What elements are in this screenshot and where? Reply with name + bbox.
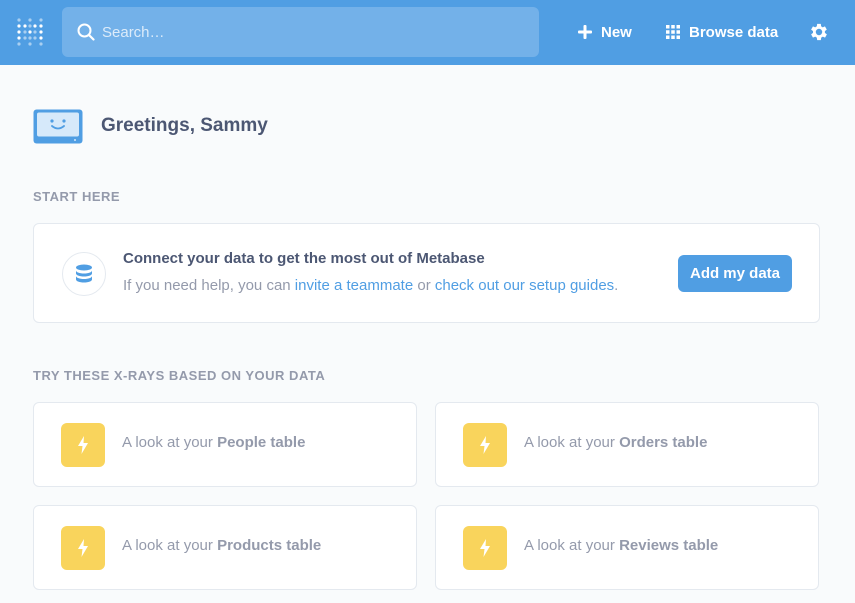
help-prefix: If you need help, you can xyxy=(123,277,291,294)
connect-data-card: Connect your data to get the most out of… xyxy=(33,223,820,323)
xrays-heading: TRY THESE X-RAYS BASED ON YOUR DATA xyxy=(33,368,326,383)
new-button[interactable]: New xyxy=(578,18,632,46)
xray-icon-container xyxy=(61,423,105,467)
grid-icon xyxy=(666,25,680,39)
lightning-bolt-icon xyxy=(480,539,490,557)
browse-data-button[interactable]: Browse data xyxy=(666,18,778,46)
xray-table-name: People table xyxy=(217,434,306,451)
gear-icon[interactable] xyxy=(808,21,830,43)
greeting-title: Greetings, Sammy xyxy=(101,115,268,136)
lightning-bolt-icon xyxy=(480,436,490,454)
xray-prefix: A look at your xyxy=(122,537,213,554)
xray-prefix: A look at your xyxy=(524,537,615,554)
xray-label: A look at your People table xyxy=(122,434,305,451)
xray-card-orders[interactable]: A look at your Orders table xyxy=(435,402,819,487)
browse-data-label: Browse data xyxy=(689,23,779,41)
xray-icon-container xyxy=(61,526,105,570)
xray-card-products[interactable]: A look at your Products table xyxy=(33,505,417,590)
add-my-data-button[interactable]: Add my data xyxy=(678,255,792,292)
smiling-monitor-icon xyxy=(33,109,83,144)
search-bar[interactable] xyxy=(62,7,539,57)
database-icon xyxy=(76,264,92,283)
setup-guides-link[interactable]: check out our setup guides xyxy=(435,277,614,294)
xray-label: A look at your Products table xyxy=(122,537,321,554)
xray-label: A look at your Orders table xyxy=(524,434,707,451)
top-navbar: New Browse data xyxy=(0,0,855,65)
connect-data-title: Connect your data to get the most out of… xyxy=(123,250,485,267)
lightning-bolt-icon xyxy=(78,436,88,454)
xray-table-name: Products table xyxy=(217,537,322,554)
connect-help-text: If you need help, you can invite a teamm… xyxy=(123,277,618,294)
start-here-heading: START HERE xyxy=(33,189,121,204)
search-icon xyxy=(77,23,95,41)
or-text: or xyxy=(417,277,431,294)
xray-card-people[interactable]: A look at your People table xyxy=(33,402,417,487)
plus-icon xyxy=(578,25,592,39)
xray-label: A look at your Reviews table xyxy=(524,537,718,554)
new-button-label: New xyxy=(601,23,632,41)
xray-prefix: A look at your xyxy=(122,434,213,451)
lightning-bolt-icon xyxy=(78,539,88,557)
xray-icon-container xyxy=(463,526,507,570)
xray-icon-container xyxy=(463,423,507,467)
xray-prefix: A look at your xyxy=(524,434,615,451)
xray-card-reviews[interactable]: A look at your Reviews table xyxy=(435,505,819,590)
database-icon-container xyxy=(62,252,106,296)
metabase-logo-icon[interactable] xyxy=(16,16,44,48)
xray-table-name: Orders table xyxy=(619,434,708,451)
invite-teammate-link[interactable]: invite a teammate xyxy=(295,277,413,294)
xray-table-name: Reviews table xyxy=(619,537,719,554)
search-input[interactable] xyxy=(102,7,522,57)
period-text: . xyxy=(614,277,619,294)
